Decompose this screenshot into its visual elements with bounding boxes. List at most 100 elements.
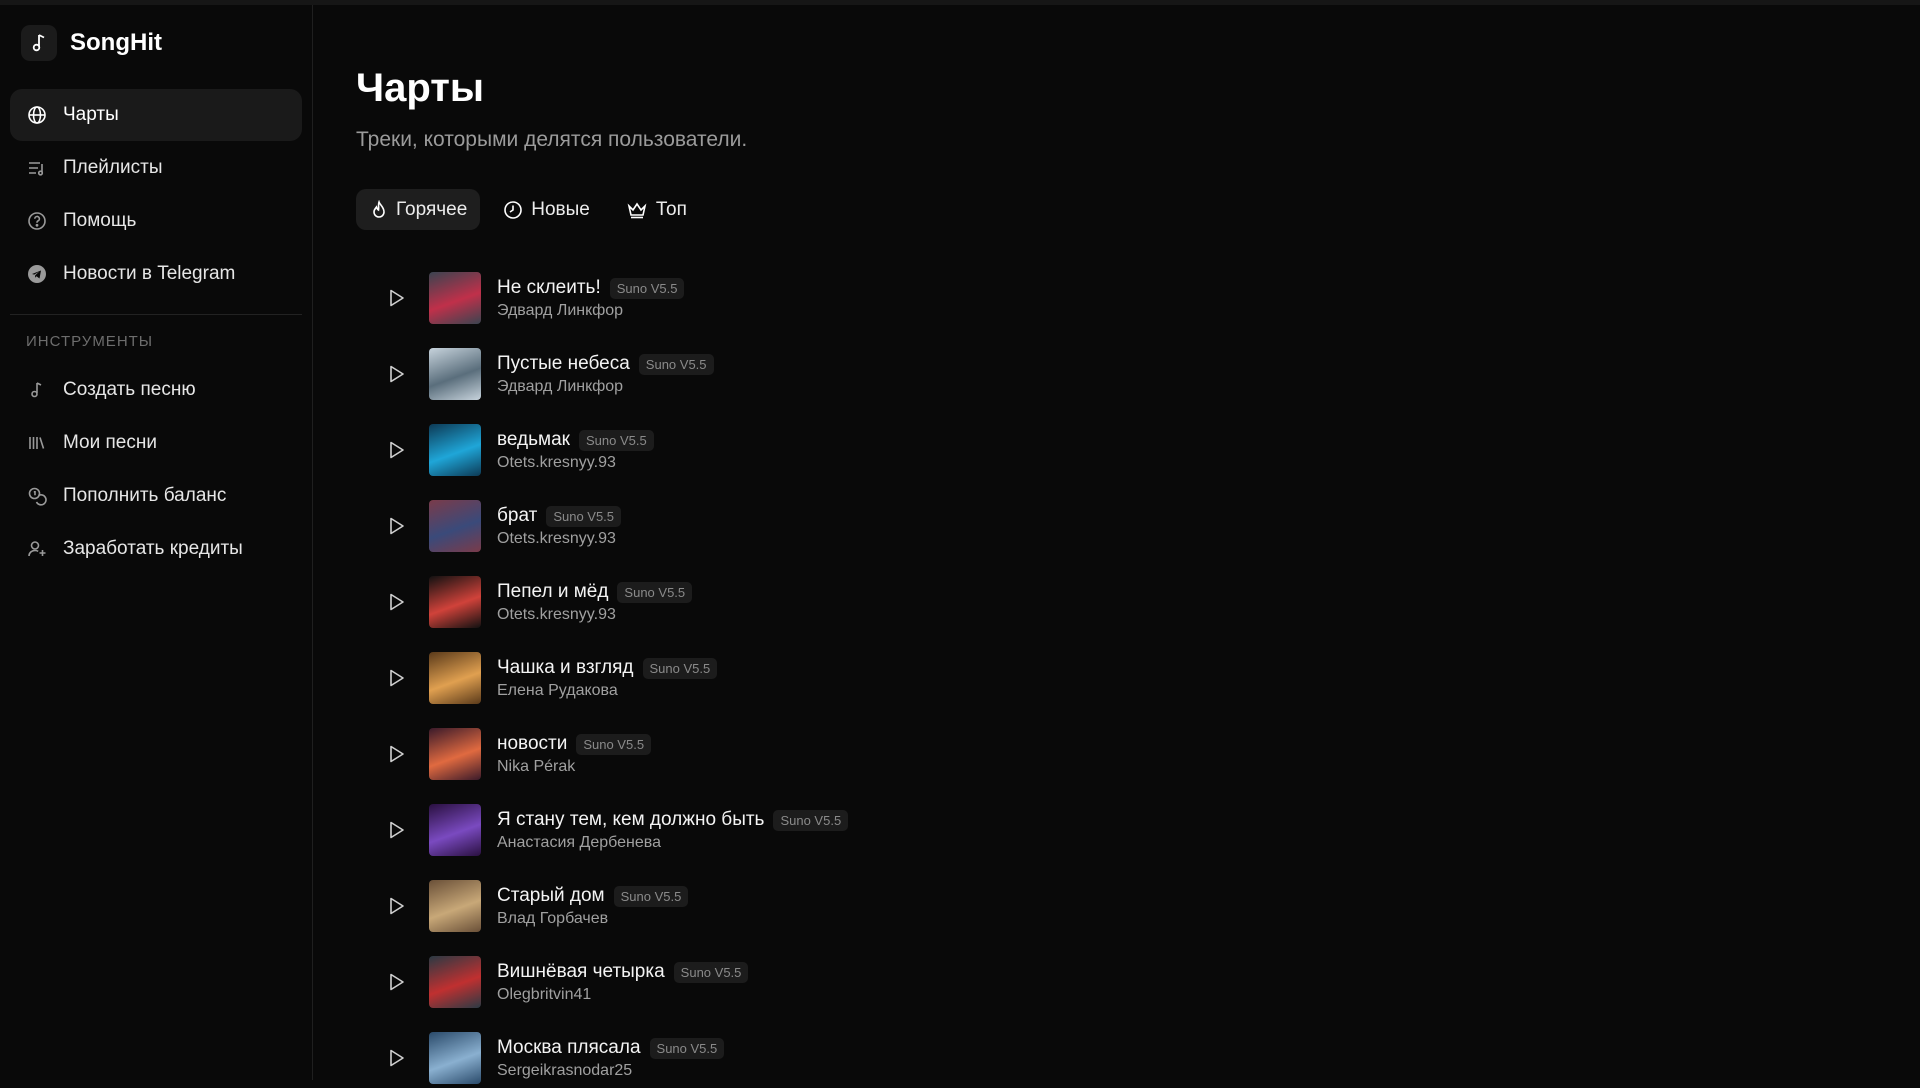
- play-icon[interactable]: [384, 893, 410, 919]
- sidebar-item-my-songs[interactable]: Мои песни: [10, 417, 302, 469]
- track-row[interactable]: новости Suno V5.5 Nika Pérak: [356, 724, 1056, 784]
- tools-section-label: ИНСТРУМЕНТЫ: [26, 333, 154, 350]
- play-icon[interactable]: [384, 665, 410, 691]
- track-title[interactable]: Я стану тем, кем должно быть Suno V5.5: [497, 809, 849, 831]
- sidebar-item-label: Помощь: [63, 210, 137, 231]
- track-cover[interactable]: [429, 272, 481, 324]
- tab-hot[interactable]: Горячее: [356, 189, 481, 230]
- app-logo[interactable]: SongHit: [21, 25, 162, 61]
- model-badge: Suno V5.5: [773, 809, 849, 831]
- track-title[interactable]: Пепел и мёд Suno V5.5: [497, 581, 693, 603]
- track-artist[interactable]: Nika Pérak: [497, 758, 575, 776]
- track-row[interactable]: Вишнёвая четырка Suno V5.5 Olegbritvin41: [356, 952, 1056, 1012]
- track-cover[interactable]: [429, 652, 481, 704]
- track-artist[interactable]: Otets.kresnyy.93: [497, 606, 616, 624]
- model-badge: Suno V5.5: [609, 277, 685, 299]
- model-badge: Suno V5.5: [638, 353, 714, 375]
- sidebar-item-charts[interactable]: Чарты: [10, 89, 302, 141]
- track-artist[interactable]: Otets.kresnyy.93: [497, 530, 616, 548]
- track-artist[interactable]: Влад Горбачев: [497, 910, 608, 928]
- play-icon[interactable]: [384, 1045, 410, 1071]
- sidebar: SongHit Чарты Плейлисты Помощь Новости в…: [0, 5, 313, 1080]
- model-badge: Suno V5.5: [673, 961, 749, 983]
- track-cover[interactable]: [429, 576, 481, 628]
- track-title[interactable]: новости Suno V5.5: [497, 733, 652, 755]
- play-icon[interactable]: [384, 589, 410, 615]
- track-title-text: Старый дом: [497, 885, 605, 906]
- model-badge: Suno V5.5: [578, 429, 654, 451]
- track-title[interactable]: ведьмак Suno V5.5: [497, 429, 654, 451]
- track-artist[interactable]: Sergeikrasnodar25: [497, 1062, 632, 1080]
- sidebar-item-help[interactable]: Помощь: [10, 195, 302, 247]
- play-icon[interactable]: [384, 741, 410, 767]
- track-row[interactable]: Пустые небеса Suno V5.5 Эдвард Линкфор: [356, 344, 1056, 404]
- track-artist[interactable]: Эдвард Линкфор: [497, 302, 623, 320]
- track-title[interactable]: брат Suno V5.5: [497, 505, 622, 527]
- clock-icon: [503, 200, 523, 220]
- track-title-text: Москва плясала: [497, 1037, 641, 1058]
- sidebar-item-telegram-news[interactable]: Новости в Telegram: [10, 248, 302, 300]
- track-row[interactable]: Я стану тем, кем должно быть Suno V5.5 Ана…: [356, 800, 1056, 860]
- model-badge: Suno V5.5: [642, 657, 718, 679]
- track-row[interactable]: Не склеить! Suno V5.5 Эдвард Линкфор: [356, 268, 1056, 328]
- track-cover[interactable]: [429, 880, 481, 932]
- track-title-text: Пепел и мёд: [497, 581, 609, 602]
- music-note-icon: [26, 379, 48, 401]
- track-row[interactable]: ведьмак Suno V5.5 Otets.kresnyy.93: [356, 420, 1056, 480]
- app-name: SongHit: [70, 29, 162, 56]
- track-artist[interactable]: Анастасия Дербенева: [497, 834, 661, 852]
- track-row[interactable]: Чашка и взгляд Suno V5.5 Елена Рудакова: [356, 648, 1056, 708]
- sidebar-item-label: Мои песни: [63, 432, 157, 453]
- track-cover[interactable]: [429, 804, 481, 856]
- track-title[interactable]: Вишнёвая четырка Suno V5.5: [497, 961, 749, 983]
- model-badge: Suno V5.5: [617, 581, 693, 603]
- music-note-icon: [21, 25, 57, 61]
- sidebar-item-playlists[interactable]: Плейлисты: [10, 142, 302, 194]
- track-row[interactable]: Пепел и мёд Suno V5.5 Otets.kresnyy.93: [356, 572, 1056, 632]
- tab-top[interactable]: Топ: [612, 189, 700, 230]
- track-artist[interactable]: Olegbritvin41: [497, 986, 591, 1004]
- sidebar-item-earn-credits[interactable]: Заработать кредиты: [10, 523, 302, 575]
- track-row[interactable]: Старый дом Suno V5.5 Влад Горбачев: [356, 876, 1056, 936]
- track-title[interactable]: Чашка и взгляд Suno V5.5: [497, 657, 718, 679]
- play-icon[interactable]: [384, 361, 410, 387]
- track-cover[interactable]: [429, 728, 481, 780]
- help-circle-icon: [26, 210, 48, 232]
- track-title[interactable]: Старый дом Suno V5.5: [497, 885, 689, 907]
- model-badge: Suno V5.5: [546, 505, 622, 527]
- model-badge: Suno V5.5: [576, 733, 652, 755]
- page-subtitle: Треки, которыми делятся пользователи.: [356, 128, 748, 151]
- track-artist[interactable]: Елена Рудакова: [497, 682, 618, 700]
- track-title-text: новости: [497, 733, 568, 754]
- coins-icon: [26, 485, 48, 507]
- track-title[interactable]: Не склеить! Suno V5.5: [497, 277, 685, 299]
- track-title[interactable]: Пустые небеса Suno V5.5: [497, 353, 714, 375]
- track-cover[interactable]: [429, 500, 481, 552]
- tab-label: Новые: [531, 198, 590, 220]
- track-title[interactable]: Москва плясала Suno V5.5: [497, 1037, 725, 1059]
- sidebar-item-label: Чарты: [63, 104, 119, 125]
- track-cover[interactable]: [429, 348, 481, 400]
- track-row[interactable]: брат Suno V5.5 Otets.kresnyy.93: [356, 496, 1056, 556]
- track-title-text: брат: [497, 505, 538, 526]
- track-title-text: ведьмак: [497, 429, 570, 450]
- play-icon[interactable]: [384, 969, 410, 995]
- track-artist[interactable]: Otets.kresnyy.93: [497, 454, 616, 472]
- play-icon[interactable]: [384, 285, 410, 311]
- tab-new[interactable]: Новые: [489, 189, 603, 230]
- track-title-text: Я стану тем, кем должно быть: [497, 809, 765, 830]
- play-icon[interactable]: [384, 817, 410, 843]
- flame-icon: [370, 199, 388, 220]
- tab-label: Горячее: [396, 198, 468, 220]
- play-icon[interactable]: [384, 437, 410, 463]
- model-badge: Suno V5.5: [649, 1037, 725, 1059]
- telegram-icon: [26, 263, 48, 285]
- track-cover[interactable]: [429, 956, 481, 1008]
- play-icon[interactable]: [384, 513, 410, 539]
- sidebar-item-create-song[interactable]: Создать песню: [10, 364, 302, 416]
- track-row[interactable]: Москва плясала Suno V5.5 Sergeikrasnodar25: [356, 1028, 1056, 1088]
- sidebar-item-top-up-balance[interactable]: Пополнить баланс: [10, 470, 302, 522]
- track-cover[interactable]: [429, 424, 481, 476]
- track-artist[interactable]: Эдвард Линкфор: [497, 378, 623, 396]
- track-cover[interactable]: [429, 1032, 481, 1084]
